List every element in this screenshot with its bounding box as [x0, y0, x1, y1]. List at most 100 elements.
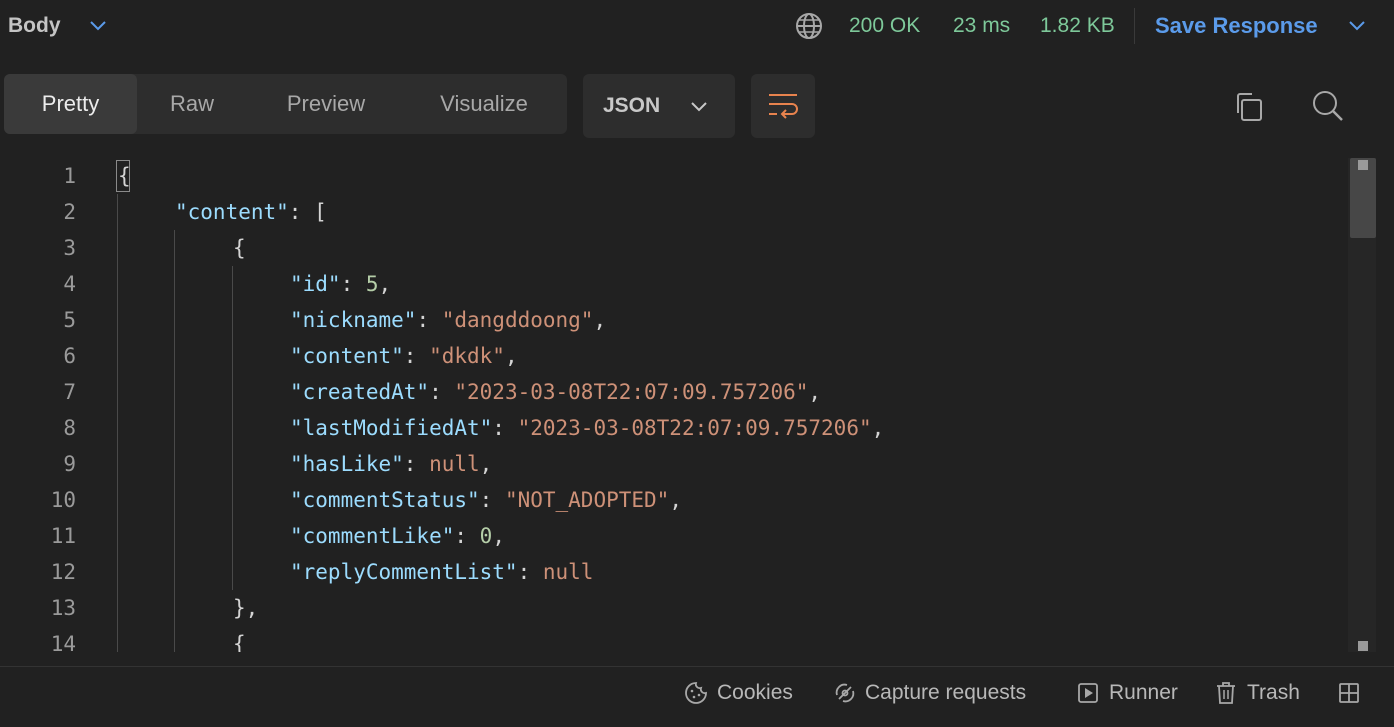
code-text: {	[233, 236, 246, 260]
wrap-lines-button[interactable]	[751, 74, 815, 138]
json-key: "replyCommentList"	[290, 560, 518, 584]
json-punc: ,	[492, 524, 505, 548]
format-label: JSON	[603, 94, 661, 117]
json-value: null	[542, 560, 594, 584]
globe-icon[interactable]	[794, 11, 824, 41]
scroll-up-arrow[interactable]	[1358, 160, 1368, 170]
response-body-editor[interactable]: 1 { 2 "content": [ 3 { 4 "id": 5, 5 "nic…	[0, 158, 1394, 652]
json-value: "2023-03-08T22:07:09.757206"	[454, 380, 809, 404]
response-size[interactable]: 1.82 KB	[1040, 14, 1115, 38]
code-text: "lastModifiedAt": "2023-03-08T22:07:09.7…	[290, 410, 884, 446]
code-line: 5 "nickname": "dangddoong",	[0, 302, 1340, 338]
response-header: Body 200 OK 23 ms 1.82 KB Save Response	[0, 0, 1394, 52]
json-punc: :	[479, 488, 505, 512]
layout-icon[interactable]	[1337, 681, 1361, 705]
json-key: "commentStatus"	[290, 488, 480, 512]
scrollbar-thumb[interactable]	[1350, 158, 1376, 238]
code-line: 10 "commentStatus": "NOT_ADOPTED",	[0, 482, 1340, 518]
cookie-icon[interactable]	[684, 681, 708, 705]
code-line: 6 "content": "dkdk",	[0, 338, 1340, 374]
code-line: 11 "commentLike": 0,	[0, 518, 1340, 554]
json-punc: :	[492, 416, 518, 440]
code-text: "createdAt": "2023-03-08T22:07:09.757206…	[290, 374, 821, 410]
json-key: "hasLike"	[290, 452, 404, 476]
response-time[interactable]: 23 ms	[953, 14, 1010, 38]
json-value: "2023-03-08T22:07:09.757206"	[517, 416, 872, 440]
line-number: 14	[50, 632, 76, 652]
status-bar: Cookies Capture requests Runner Trash	[0, 666, 1394, 727]
search-icon[interactable]	[1311, 89, 1345, 123]
code-line: 9 "hasLike": null,	[0, 446, 1340, 482]
json-punc: ,	[669, 488, 682, 512]
json-punc: :	[340, 272, 366, 296]
json-punc: :	[403, 344, 430, 368]
header-divider	[1134, 8, 1135, 44]
json-value: "dangddoong"	[441, 308, 594, 332]
trash-icon[interactable]	[1214, 681, 1238, 705]
line-number: 10	[50, 488, 76, 512]
line-number: 4	[63, 272, 76, 296]
json-key: "id"	[290, 272, 341, 296]
line-number: 12	[50, 560, 76, 584]
scroll-down-arrow[interactable]	[1358, 641, 1368, 651]
json-punc: :	[403, 452, 430, 476]
tab-pretty[interactable]: Pretty	[4, 74, 137, 134]
code-text: {	[118, 164, 131, 188]
trash-button[interactable]: Trash	[1247, 681, 1300, 705]
json-punc: :	[429, 380, 455, 404]
json-value: "NOT_ADOPTED"	[504, 488, 670, 512]
tab-visualize[interactable]: Visualize	[424, 74, 544, 134]
json-key: "content"	[175, 200, 289, 224]
code-text: "content": [	[175, 194, 327, 230]
line-number: 13	[50, 596, 76, 620]
code-line: 14 {	[0, 626, 1340, 652]
json-punc: :	[416, 308, 442, 332]
line-number: 2	[63, 200, 76, 224]
code-text: "replyCommentList": null	[290, 554, 593, 590]
cookies-button[interactable]: Cookies	[717, 681, 793, 705]
json-value: "dkdk"	[429, 344, 505, 368]
code-line: 13 },	[0, 590, 1340, 626]
json-value: 0	[479, 524, 493, 548]
json-key: "content"	[290, 344, 404, 368]
json-punc: ,	[504, 344, 518, 368]
wrap-lines-icon	[769, 94, 798, 119]
code-text: {	[233, 632, 246, 652]
code-text: "content": "dkdk",	[290, 338, 518, 374]
capture-icon[interactable]	[833, 681, 857, 705]
line-number: 9	[63, 452, 76, 476]
line-number: 1	[63, 164, 76, 188]
json-key: "commentLike"	[290, 524, 455, 548]
code-line: 1 {	[0, 158, 1340, 194]
chevron-down-icon[interactable]	[88, 14, 108, 36]
line-number: 7	[63, 380, 76, 404]
copy-icon[interactable]	[1232, 91, 1264, 123]
json-punc: ,	[593, 308, 607, 332]
save-response-button[interactable]: Save Response	[1155, 13, 1318, 39]
json-punc: ,	[479, 452, 493, 476]
view-tabs: Pretty Raw Preview Visualize	[4, 74, 567, 134]
json-punc: ,	[871, 416, 885, 440]
chevron-down-icon[interactable]	[1346, 14, 1368, 36]
capture-requests-button[interactable]: Capture requests	[865, 681, 1026, 705]
code-text: "hasLike": null,	[290, 446, 492, 482]
code-text: },	[233, 596, 259, 620]
status-code[interactable]: 200 OK	[849, 14, 920, 38]
body-label[interactable]: Body	[8, 14, 61, 38]
tab-preview[interactable]: Preview	[272, 74, 380, 134]
json-punc: ,	[808, 380, 822, 404]
runner-icon[interactable]	[1076, 681, 1100, 705]
json-key: "nickname"	[290, 308, 417, 332]
json-punc: ,	[378, 272, 392, 296]
chevron-down-icon	[691, 102, 707, 112]
runner-button[interactable]: Runner	[1109, 681, 1178, 705]
line-number: 11	[50, 524, 76, 548]
format-dropdown[interactable]: JSON	[583, 74, 735, 138]
json-key: "lastModifiedAt"	[290, 416, 493, 440]
tab-raw[interactable]: Raw	[154, 74, 230, 134]
code-text: "id": 5,	[290, 266, 391, 302]
json-punc: : [	[288, 200, 327, 224]
line-number: 8	[63, 416, 76, 440]
code-text: "commentLike": 0,	[290, 518, 505, 554]
code-line: 12 "replyCommentList": null	[0, 554, 1340, 590]
